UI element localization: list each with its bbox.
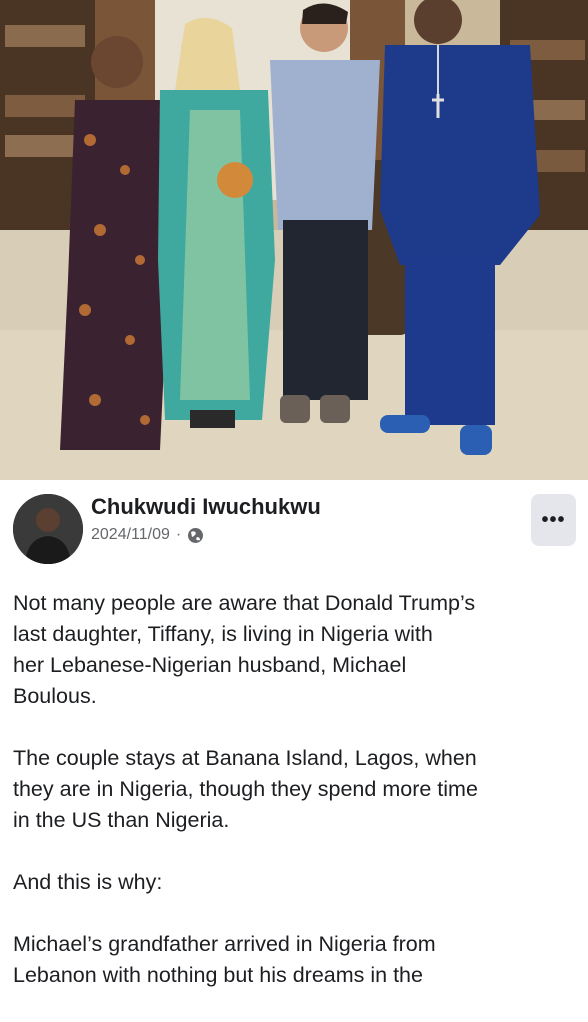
text-line: they are in Nigeria, though they spend m… [13, 777, 478, 801]
text-line: Boulous. [13, 684, 97, 708]
avatar-image [13, 494, 83, 564]
paragraph-3: And this is why: [13, 867, 573, 898]
avatar[interactable] [13, 494, 83, 564]
more-options-button[interactable]: ••• [531, 494, 576, 546]
group-photo-image [0, 0, 588, 480]
paragraph-1: Not many people are aware that Donald Tr… [13, 588, 573, 712]
post-text: Not many people are aware that Donald Tr… [13, 588, 573, 1022]
more-options-icon: ••• [541, 508, 566, 531]
post-photo[interactable] [0, 0, 588, 480]
text-line: And this is why: [13, 870, 163, 894]
text-line: Not many people are aware that Donald Tr… [13, 591, 476, 615]
post-meta: 2024/11/09 · [91, 526, 204, 544]
globe-icon[interactable] [187, 527, 204, 544]
author-name[interactable]: Chukwudi Iwuchukwu [91, 494, 321, 520]
paragraph-4: Michael’s grandfather arrived in Nigeria… [13, 929, 573, 991]
text-line: The couple stays at Banana Island, Lagos… [13, 746, 477, 770]
text-line: last daughter, Tiffany, is living in Nig… [13, 622, 433, 646]
paragraph-2: The couple stays at Banana Island, Lagos… [13, 743, 573, 836]
text-line: in the US than Nigeria. [13, 808, 230, 832]
meta-separator: · [175, 526, 182, 543]
post-date[interactable]: 2024/11/09 [91, 526, 170, 544]
text-line: her Lebanese-Nigerian husband, Michael [13, 653, 407, 677]
text-line: Lebanon with nothing but his dreams in t… [13, 963, 423, 987]
text-line: Michael’s grandfather arrived in Nigeria… [13, 932, 436, 956]
